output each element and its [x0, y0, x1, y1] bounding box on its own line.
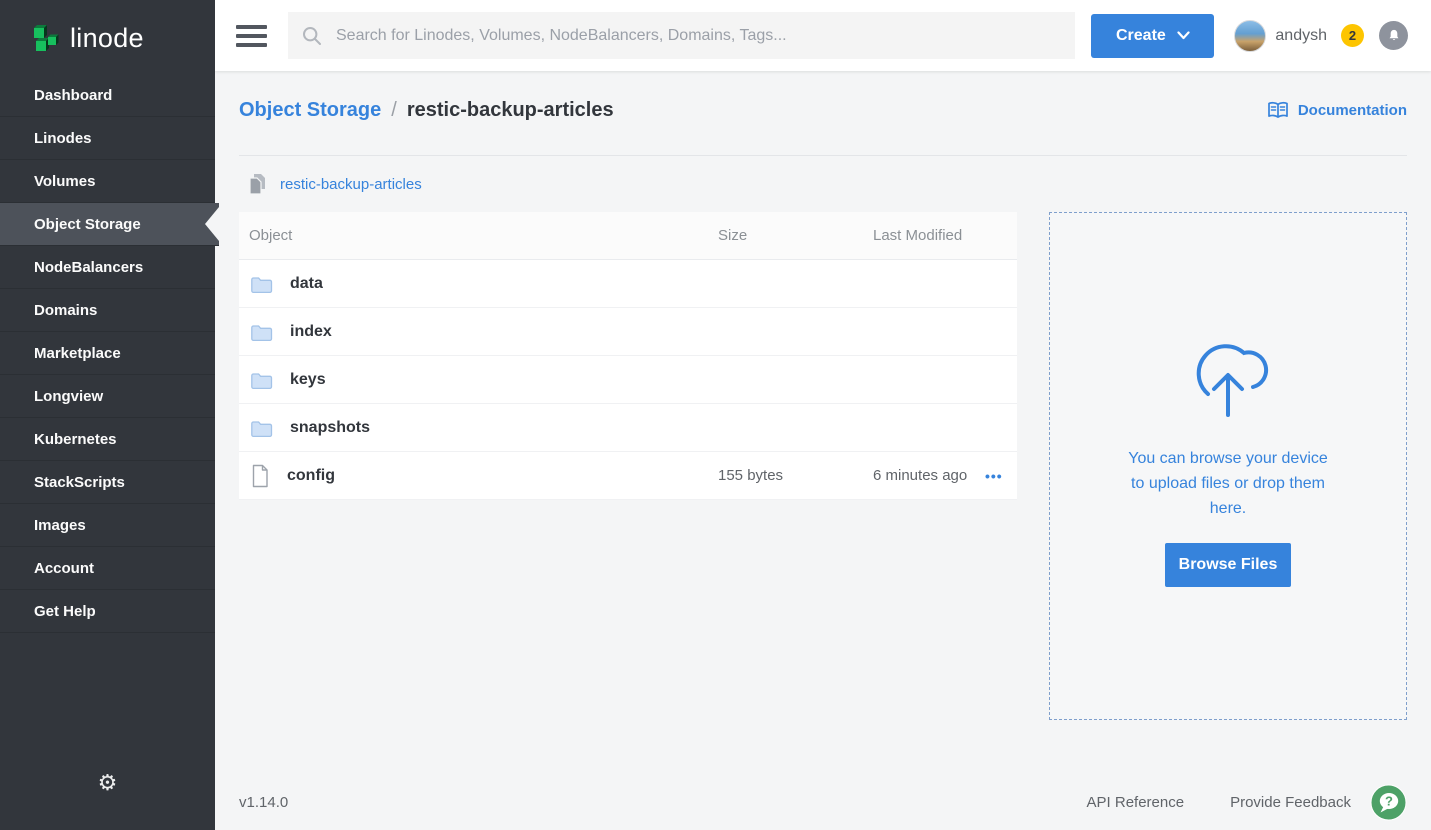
- sidebar-item-label: Dashboard: [34, 87, 112, 104]
- object-table: Object Size Last Modified data: [239, 212, 1017, 500]
- sidebar-item-kubernetes[interactable]: Kubernetes: [0, 418, 215, 461]
- footer: v1.14.0 API Reference Provide Feedback ?: [239, 784, 1407, 821]
- breadcrumb-separator: /: [391, 99, 397, 122]
- documentation-link[interactable]: Documentation: [1266, 101, 1407, 120]
- folder-icon: [250, 322, 273, 342]
- object-name[interactable]: snapshots: [290, 419, 370, 437]
- sidebar-item-label: Linodes: [34, 130, 92, 147]
- object-name[interactable]: keys: [290, 371, 326, 389]
- linode-logo[interactable]: linode: [0, 0, 215, 71]
- cloud-upload-icon: [1177, 323, 1279, 424]
- browse-files-button[interactable]: Browse Files: [1165, 543, 1292, 587]
- sidebar-item-label: Images: [34, 517, 86, 534]
- section-divider: [239, 155, 1407, 156]
- sidebar-item-label: Kubernetes: [34, 431, 117, 448]
- search-icon: [302, 26, 322, 46]
- copy-files-icon: [248, 173, 267, 195]
- folder-icon: [250, 418, 273, 438]
- notifications-bell-icon[interactable]: [1379, 21, 1408, 50]
- sidebar-item-label: Object Storage: [34, 216, 141, 233]
- table-row[interactable]: snapshots: [239, 404, 1017, 452]
- create-button-label: Create: [1116, 27, 1166, 45]
- sidebar-item-domains[interactable]: Domains: [0, 289, 215, 332]
- header-last-modified[interactable]: Last Modified: [873, 227, 985, 244]
- object-name[interactable]: data: [290, 275, 323, 293]
- app-version[interactable]: v1.14.0: [239, 794, 288, 811]
- object-modified: 6 minutes ago: [873, 467, 985, 484]
- brand-name: linode: [70, 23, 144, 54]
- sidebar-item-label: Account: [34, 560, 94, 577]
- sidebar-item-images[interactable]: Images: [0, 504, 215, 547]
- sidebar-item-marketplace[interactable]: Marketplace: [0, 332, 215, 375]
- table-row[interactable]: data: [239, 260, 1017, 308]
- search-input[interactable]: [334, 26, 1061, 46]
- linode-logo-icon: [32, 22, 59, 56]
- file-icon: [250, 464, 270, 488]
- sidebar-item-account[interactable]: Account: [0, 547, 215, 590]
- sidebar-item-label: NodeBalancers: [34, 259, 143, 276]
- table-row[interactable]: index: [239, 308, 1017, 356]
- chevron-down-icon: [1177, 31, 1190, 40]
- main-area: Create andysh 2 Object Storage / restic-…: [215, 0, 1431, 830]
- object-size: 155 bytes: [718, 467, 873, 484]
- sidebar-item-stackscripts[interactable]: StackScripts: [0, 461, 215, 504]
- avatar[interactable]: [1234, 20, 1266, 52]
- sidebar-item-label: Longview: [34, 388, 103, 405]
- upload-message: You can browse your device to upload fil…: [1120, 446, 1336, 521]
- object-name[interactable]: index: [290, 323, 332, 341]
- upload-dropzone[interactable]: You can browse your device to upload fil…: [1049, 212, 1407, 720]
- documentation-link-label: Documentation: [1298, 102, 1407, 119]
- content-area: Object Storage / restic-backup-articles …: [215, 71, 1431, 830]
- global-search[interactable]: [288, 12, 1075, 59]
- sidebar-nav: Dashboard Linodes Volumes Object Storage…: [0, 74, 215, 633]
- sidebar-item-label: Volumes: [34, 173, 95, 190]
- header-object[interactable]: Object: [239, 227, 718, 244]
- sidebar-item-dashboard[interactable]: Dashboard: [0, 74, 215, 117]
- notification-count-badge[interactable]: 2: [1341, 24, 1364, 47]
- api-reference-link[interactable]: API Reference: [1087, 794, 1185, 811]
- table-header: Object Size Last Modified: [239, 212, 1017, 260]
- breadcrumb: Object Storage / restic-backup-articles …: [239, 95, 1407, 125]
- bucket-name-link[interactable]: restic-backup-articles: [280, 176, 422, 193]
- table-row[interactable]: config 155 bytes 6 minutes ago •••: [239, 452, 1017, 500]
- sidebar-item-label: Domains: [34, 302, 97, 319]
- object-name[interactable]: config: [287, 467, 335, 485]
- sidebar-item-object-storage[interactable]: Object Storage: [0, 203, 219, 246]
- create-button[interactable]: Create: [1091, 14, 1214, 58]
- settings-gear-icon[interactable]: ⚙: [0, 772, 215, 794]
- sidebar-item-label: Get Help: [34, 603, 96, 620]
- breadcrumb-object-storage-link[interactable]: Object Storage: [239, 99, 381, 122]
- sidebar-item-volumes[interactable]: Volumes: [0, 160, 215, 203]
- table-row[interactable]: keys: [239, 356, 1017, 404]
- svg-text:?: ?: [1385, 794, 1393, 809]
- sidebar-item-nodebalancers[interactable]: NodeBalancers: [0, 246, 215, 289]
- page-title: restic-backup-articles: [407, 99, 614, 122]
- ellipsis-menu-icon[interactable]: •••: [985, 468, 1003, 484]
- sidebar: linode Dashboard Linodes Volumes Object …: [0, 0, 215, 830]
- provide-feedback-link[interactable]: Provide Feedback: [1230, 794, 1351, 811]
- body-row: Object Size Last Modified data: [239, 212, 1407, 720]
- help-feedback-icon[interactable]: ?: [1370, 784, 1407, 821]
- book-icon: [1266, 101, 1290, 120]
- hamburger-menu-icon[interactable]: [236, 22, 267, 50]
- bucket-row: restic-backup-articles: [239, 171, 1407, 197]
- folder-icon: [250, 370, 273, 390]
- sidebar-item-label: Marketplace: [34, 345, 121, 362]
- sidebar-item-longview[interactable]: Longview: [0, 375, 215, 418]
- folder-icon: [250, 274, 273, 294]
- sidebar-item-get-help[interactable]: Get Help: [0, 590, 215, 633]
- sidebar-item-label: StackScripts: [34, 474, 125, 491]
- topbar: Create andysh 2: [215, 0, 1431, 71]
- header-size[interactable]: Size: [718, 227, 873, 244]
- table-body: data index: [239, 260, 1017, 500]
- sidebar-item-linodes[interactable]: Linodes: [0, 117, 215, 160]
- username[interactable]: andysh: [1275, 27, 1327, 45]
